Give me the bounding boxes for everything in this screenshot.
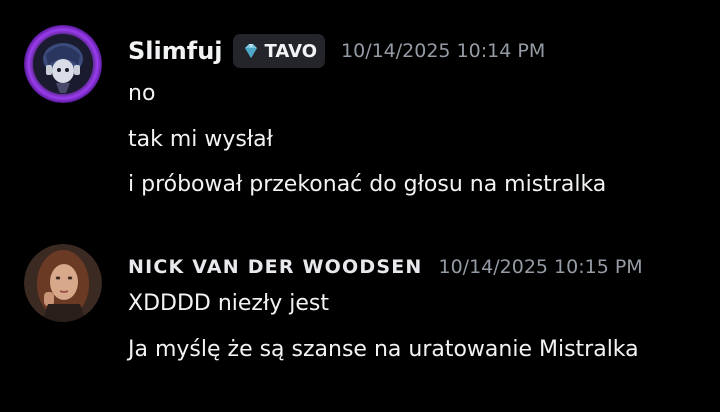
message-line: no <box>128 81 156 106</box>
server-tag[interactable]: TAVO <box>232 34 326 68</box>
avatar-image <box>24 244 102 322</box>
avatar-slimfuj[interactable] <box>24 25 102 103</box>
message-header: NICK VAN DER WOODSEN 10/14/2025 10:15 PM <box>128 253 643 281</box>
message-line: XDDDD niezły jest <box>128 291 329 316</box>
tag-label: TAVO <box>264 40 318 62</box>
message-line: tak mi wysłał <box>128 127 273 152</box>
timestamp[interactable]: 10/14/2025 10:14 PM <box>341 40 545 62</box>
message-line: Ja myślę że są szanse na uratowanie Mist… <box>128 337 639 362</box>
avatar-nick[interactable] <box>24 244 102 322</box>
username[interactable]: NICK VAN DER WOODSEN <box>128 256 422 278</box>
username[interactable]: Slimfuj <box>128 37 223 65</box>
message-line: i próbował przekonać do głosu na mistral… <box>128 172 607 197</box>
message-header: Slimfuj TAVO 10/14/2025 10:14 PM <box>128 33 545 69</box>
avatar-image <box>24 25 102 103</box>
gem-icon <box>244 44 257 58</box>
timestamp[interactable]: 10/14/2025 10:15 PM <box>438 256 642 278</box>
